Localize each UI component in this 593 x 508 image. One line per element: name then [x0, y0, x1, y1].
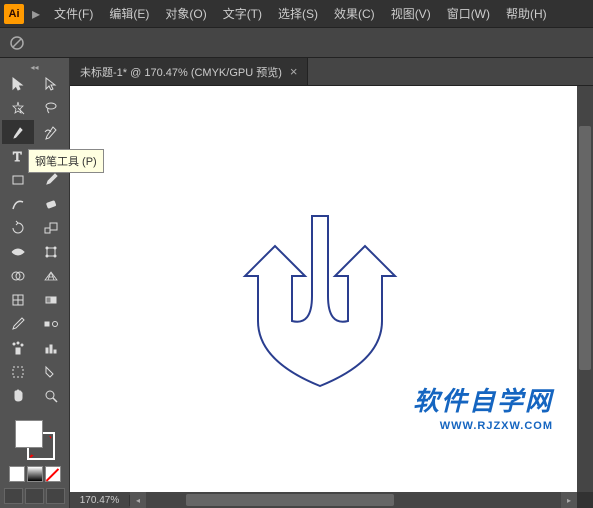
- expand-icon[interactable]: ▸: [32, 4, 40, 24]
- perspective-grid-tool[interactable]: [35, 264, 67, 288]
- direct-selection-tool[interactable]: [35, 72, 67, 96]
- slice-tool[interactable]: [35, 360, 67, 384]
- document-area: 未标题-1* @ 170.47% (CMYK/GPU 预览) × 软件自学网 W…: [70, 58, 593, 508]
- draw-mode-inside[interactable]: [46, 488, 65, 504]
- tab-title: 未标题-1* @ 170.47% (CMYK/GPU 预览): [80, 64, 282, 80]
- pen-tool[interactable]: [2, 120, 34, 144]
- watermark: 软件自学网 WWW.RJZXW.COM: [413, 381, 553, 432]
- main-area: ◂◂ T: [0, 58, 593, 508]
- color-mode-gradient[interactable]: [27, 466, 43, 482]
- rotate-tool[interactable]: [2, 216, 34, 240]
- lasso-tool[interactable]: [35, 96, 67, 120]
- svg-text:T: T: [13, 150, 22, 164]
- menu-object[interactable]: 对象(O): [157, 1, 214, 26]
- anchor-artwork: [240, 206, 400, 401]
- watermark-url: WWW.RJZXW.COM: [413, 420, 553, 432]
- color-mode-none[interactable]: [45, 466, 61, 482]
- tab-close-icon[interactable]: ×: [290, 64, 298, 79]
- canvas[interactable]: 软件自学网 WWW.RJZXW.COM: [70, 86, 577, 492]
- toolbar-collapse[interactable]: ◂◂: [0, 62, 69, 72]
- scrollbar-vertical[interactable]: [577, 86, 593, 492]
- selection-tool[interactable]: [2, 72, 34, 96]
- shaper-tool[interactable]: [2, 192, 34, 216]
- fill-color[interactable]: [15, 420, 43, 448]
- hand-tool[interactable]: [2, 384, 34, 408]
- menu-window[interactable]: 窗口(W): [439, 1, 498, 26]
- menu-help[interactable]: 帮助(H): [498, 1, 555, 26]
- scroll-left-icon[interactable]: ◂: [130, 492, 146, 508]
- width-tool[interactable]: [2, 240, 34, 264]
- no-selection-icon: [8, 34, 26, 52]
- options-bar: [0, 28, 593, 58]
- scroll-thumb-vertical[interactable]: [579, 126, 591, 370]
- blend-tool[interactable]: [35, 312, 67, 336]
- menu-effect[interactable]: 效果(C): [326, 1, 383, 26]
- tooltip: 钢笔工具 (P): [28, 149, 104, 173]
- eraser-tool[interactable]: [35, 192, 67, 216]
- zoom-level[interactable]: 170.47%: [70, 495, 130, 506]
- ai-logo: Ai: [4, 4, 24, 24]
- menu-select[interactable]: 选择(S): [270, 1, 326, 26]
- zoom-tool[interactable]: [35, 384, 67, 408]
- watermark-text: 软件自学网: [413, 381, 553, 418]
- gradient-tool[interactable]: [35, 288, 67, 312]
- scroll-right-icon[interactable]: ▸: [561, 492, 577, 508]
- tab-bar: 未标题-1* @ 170.47% (CMYK/GPU 预览) ×: [70, 58, 593, 86]
- symbol-sprayer-tool[interactable]: [2, 336, 34, 360]
- draw-mode-behind[interactable]: [25, 488, 44, 504]
- scale-tool[interactable]: [35, 216, 67, 240]
- fill-stroke-selector[interactable]: [15, 420, 55, 460]
- menu-view[interactable]: 视图(V): [383, 1, 439, 26]
- artboard-tool[interactable]: [2, 360, 34, 384]
- curvature-tool[interactable]: [35, 120, 67, 144]
- mesh-tool[interactable]: [2, 288, 34, 312]
- menu-edit[interactable]: 编辑(E): [101, 1, 157, 26]
- magic-wand-tool[interactable]: [2, 96, 34, 120]
- shape-builder-tool[interactable]: [2, 264, 34, 288]
- column-graph-tool[interactable]: [35, 336, 67, 360]
- menubar: Ai ▸ 文件(F) 编辑(E) 对象(O) 文字(T) 选择(S) 效果(C)…: [0, 0, 593, 28]
- eyedropper-tool[interactable]: [2, 312, 34, 336]
- document-tab[interactable]: 未标题-1* @ 170.47% (CMYK/GPU 预览) ×: [70, 58, 308, 85]
- free-transform-tool[interactable]: [35, 240, 67, 264]
- scroll-thumb-horizontal[interactable]: [186, 494, 394, 506]
- menu-type[interactable]: 文字(T): [215, 1, 270, 26]
- color-mode-solid[interactable]: [9, 466, 25, 482]
- menu-file[interactable]: 文件(F): [46, 1, 101, 26]
- scrollbar-horizontal[interactable]: 170.47% ◂ ▸: [70, 492, 577, 508]
- color-section: [0, 416, 69, 508]
- draw-mode-normal[interactable]: [4, 488, 23, 504]
- toolbar: ◂◂ T: [0, 58, 70, 508]
